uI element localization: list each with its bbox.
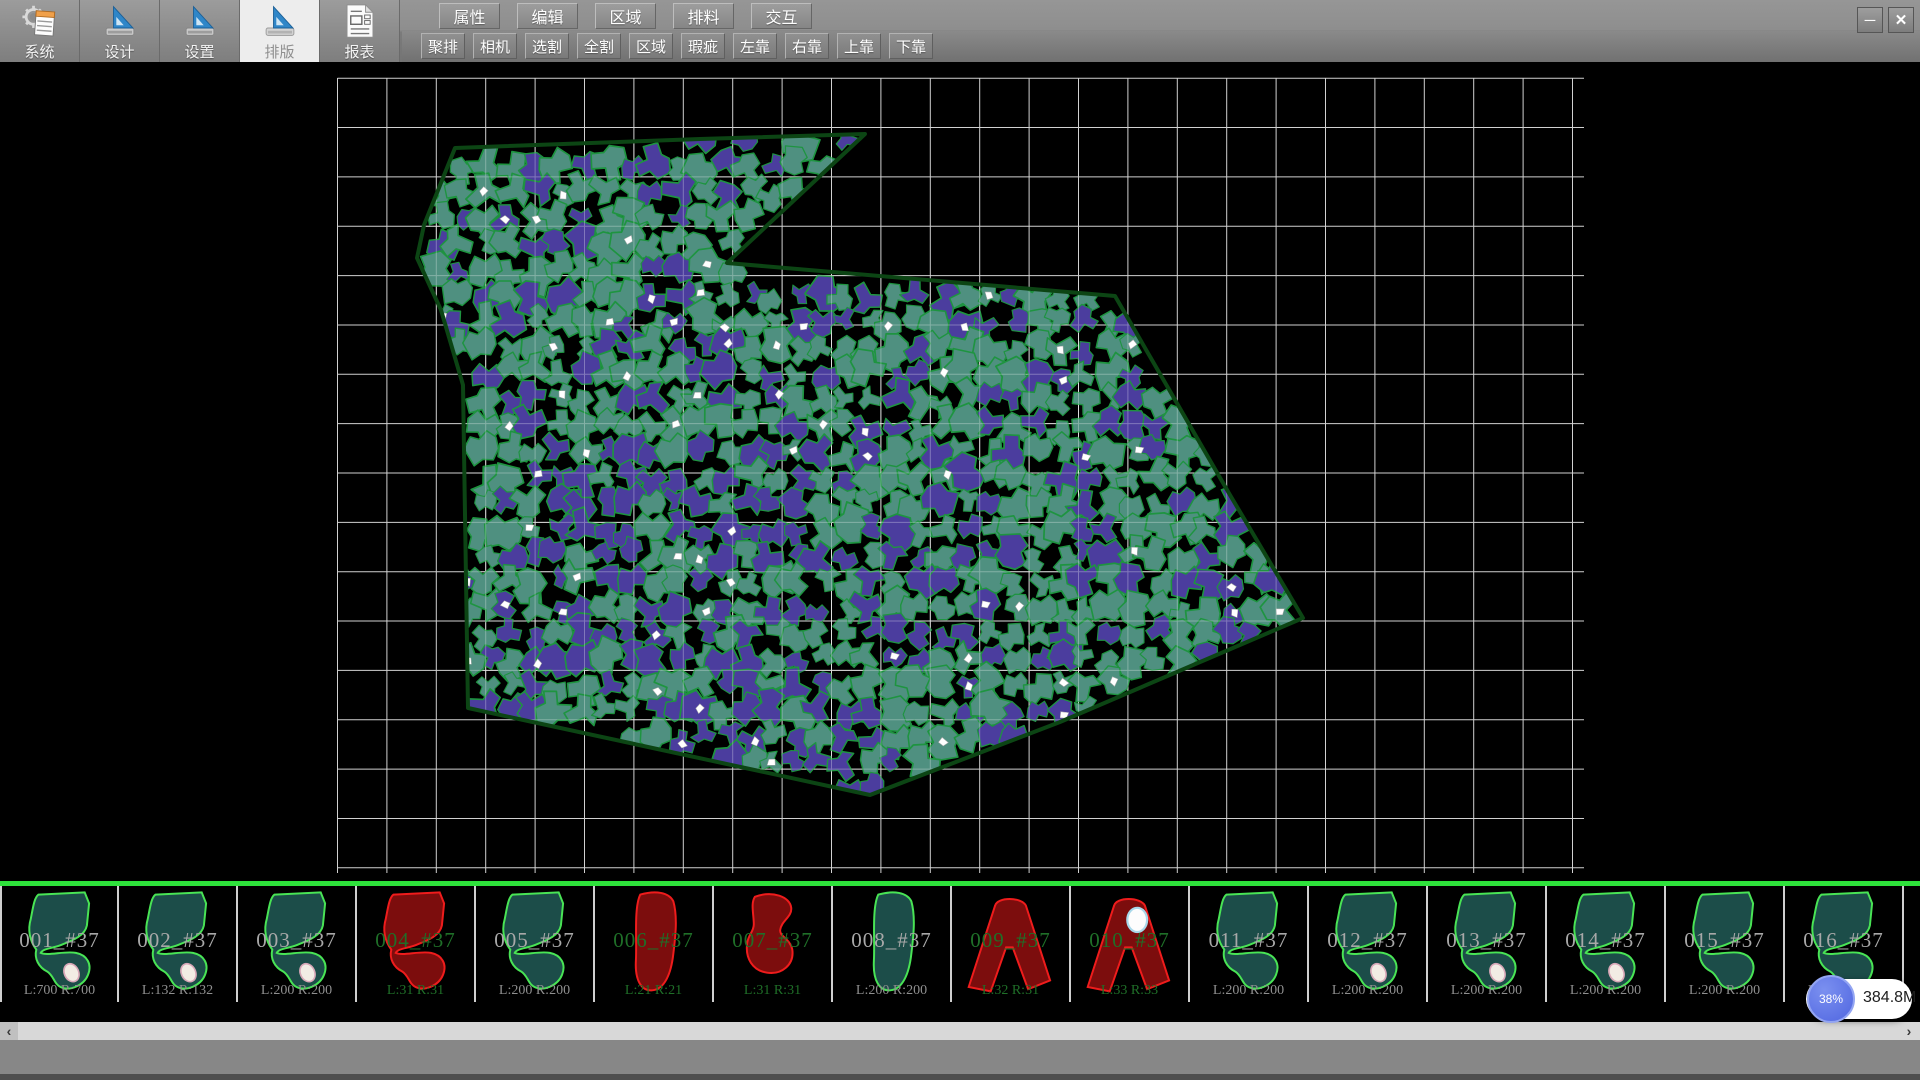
piece-title: 0 xyxy=(1904,928,1920,953)
piece-counts: L:700 R:700 xyxy=(2,983,117,999)
scroll-left-button[interactable]: ‹ xyxy=(0,1022,18,1040)
ruler-icon xyxy=(100,3,140,40)
percent-circle: 38% xyxy=(1807,975,1855,1023)
piece-counts: L:200 R:200 xyxy=(476,983,593,999)
piece-counts: L:21 R:21 xyxy=(595,983,712,999)
piece-counts: L:33 R:33 xyxy=(1071,983,1188,999)
scroll-right-button[interactable]: › xyxy=(1900,1022,1918,1040)
ruler-icon xyxy=(180,3,220,40)
main-mode-buttons: 系统 设计 设置 xyxy=(0,0,400,62)
mode-button-label: 设计 xyxy=(104,41,134,62)
nested-pieces xyxy=(338,78,1585,873)
memory-badge[interactable]: 38% 384.8M xyxy=(1806,979,1912,1019)
mode-button-label: 系统 xyxy=(24,41,54,62)
horizontal-scrollbar[interactable]: ‹ › xyxy=(0,1022,1920,1040)
piece-thumbnail[interactable]: 010_#37 L:33 R:33 xyxy=(1071,886,1190,1002)
toolbar: 系统 设计 设置 xyxy=(0,0,1920,62)
mode-button-nesting[interactable]: 排版 xyxy=(240,0,320,62)
tool-button-camera[interactable]: 相机 xyxy=(473,33,517,59)
menu-button-properties[interactable]: 属性 xyxy=(439,3,500,29)
piece-title: 016_#37 xyxy=(1785,928,1902,953)
piece-counts: L:200 R:200 xyxy=(1666,983,1783,999)
mode-button-settings[interactable]: 设置 xyxy=(160,0,240,62)
piece-title: 011_#37 xyxy=(1190,928,1307,953)
piece-title: 002_#37 xyxy=(119,928,236,953)
tool-button-zone[interactable]: 区域 xyxy=(629,33,673,59)
tool-row: 聚排 相机 选割 全割 区域 瑕疵 左靠 右靠 上靠 下靠 xyxy=(421,33,933,59)
piece-thumbnail[interactable]: 008_#37 L:200 R:200 xyxy=(833,886,952,1002)
piece-counts: L:200 R:200 xyxy=(833,983,950,999)
mode-button-report[interactable]: 报表 xyxy=(320,0,400,62)
close-button[interactable]: ✕ xyxy=(1888,7,1914,33)
nesting-canvas[interactable] xyxy=(0,62,1920,881)
tool-button-align-right[interactable]: 右靠 xyxy=(785,33,829,59)
piece-title: 008_#37 xyxy=(833,928,950,953)
mode-button-label: 排版 xyxy=(264,41,294,62)
menu-row: 属性 编辑 区域 排料 交互 xyxy=(439,3,812,29)
piece-counts: L:132 R:132 xyxy=(119,983,236,999)
piece-title: 014_#37 xyxy=(1547,928,1664,953)
piece-counts: L:200 R:200 xyxy=(1428,983,1545,999)
mode-button-system[interactable]: 系统 xyxy=(0,0,80,62)
piece-counts: L:32 R:31 xyxy=(952,983,1069,999)
tool-button-defect[interactable]: 瑕疵 xyxy=(681,33,725,59)
piece-title: 004_#37 xyxy=(357,928,474,953)
piece-thumbnail[interactable]: 011_#37 L:200 R:200 xyxy=(1190,886,1309,1002)
piece-title: 010_#37 xyxy=(1071,928,1188,953)
ruler-icon xyxy=(260,3,300,40)
piece-title: 012_#37 xyxy=(1309,928,1426,953)
piece-title: 003_#37 xyxy=(238,928,355,953)
piece-counts: L:31 R:31 xyxy=(357,983,474,999)
menu-button-region[interactable]: 区域 xyxy=(595,3,656,29)
piece-counts: L:200 R:200 xyxy=(238,983,355,999)
memory-value: 384.8M xyxy=(1863,989,1916,1007)
piece-thumbnail[interactable]: 009_#37 L:32 R:31 xyxy=(952,886,1071,1002)
tool-button-cut-select[interactable]: 选割 xyxy=(525,33,569,59)
piece-title: 015_#37 xyxy=(1666,928,1783,953)
mode-button-design[interactable]: 设计 xyxy=(80,0,160,62)
tool-button-cut-all[interactable]: 全割 xyxy=(577,33,621,59)
tool-button-align-top[interactable]: 上靠 xyxy=(837,33,881,59)
piece-thumbnail[interactable]: 006_#37 L:21 R:21 xyxy=(595,886,714,1002)
pieces-strip: 001_#37L:700 R:700002_#37L:132 R:132003_… xyxy=(0,886,1920,1002)
piece-thumbnail[interactable]: 003_#37 L:200 R:200 xyxy=(238,886,357,1002)
piece-counts: L:31 R:31 xyxy=(714,983,831,999)
piece-thumbnail[interactable]: 014_#37 L:200 R:200 xyxy=(1547,886,1666,1002)
mode-button-label: 设置 xyxy=(184,41,214,62)
piece-counts: L:200 R:200 xyxy=(1547,983,1664,999)
piece-title: 001_#37 xyxy=(2,928,117,953)
piece-thumbnail[interactable]: 005_#37 L:200 R:200 xyxy=(476,886,595,1002)
piece-thumbnail[interactable]: 013_#37 L:200 R:200 xyxy=(1428,886,1547,1002)
report-icon xyxy=(341,3,379,40)
piece-title: 005_#37 xyxy=(476,928,593,953)
mode-button-label: 报表 xyxy=(344,41,374,62)
tool-button-align-left[interactable]: 左靠 xyxy=(733,33,777,59)
piece-thumbnail[interactable]: 007_#37 L:31 R:31 xyxy=(714,886,833,1002)
piece-thumbnail[interactable]: 002_#37 L:132 R:132 xyxy=(119,886,238,1002)
piece-thumbnail[interactable]: 015_#37 L:200 R:200 xyxy=(1666,886,1785,1002)
minimize-button[interactable]: ─ xyxy=(1857,7,1883,33)
menu-button-edit[interactable]: 编辑 xyxy=(517,3,578,29)
piece-title: 013_#37 xyxy=(1428,928,1545,953)
piece-thumbnail[interactable]: 004_#37 L:31 R:31 xyxy=(357,886,476,1002)
status-bar xyxy=(0,1040,1920,1080)
piece-thumbnail[interactable]: 001_#37 L:700 R:700 xyxy=(0,886,119,1002)
piece-title: 007_#37 xyxy=(714,928,831,953)
menu-button-nest[interactable]: 排料 xyxy=(673,3,734,29)
piece-title: 009_#37 xyxy=(952,928,1069,953)
piece-thumbnail[interactable]: 012_#37 L:200 R:200 xyxy=(1309,886,1428,1002)
tool-button-align-bottom[interactable]: 下靠 xyxy=(889,33,933,59)
gear-doc-icon xyxy=(20,3,60,40)
piece-title: 006_#37 xyxy=(595,928,712,953)
window-controls: ─ ✕ xyxy=(1857,7,1914,33)
piece-counts: L:200 R:200 xyxy=(1190,983,1307,999)
tool-button-cluster[interactable]: 聚排 xyxy=(421,33,465,59)
piece-counts: L:200 R:200 xyxy=(1309,983,1426,999)
menu-button-interact[interactable]: 交互 xyxy=(751,3,812,29)
